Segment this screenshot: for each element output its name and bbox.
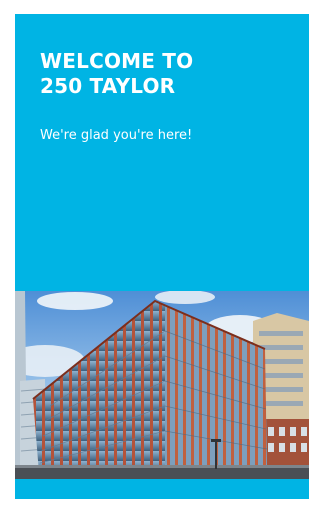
headline-line-2: 250 TAYLOR <box>40 74 176 98</box>
welcome-subtitle: We're glad you're here! <box>40 128 193 143</box>
building-illustration <box>15 291 309 479</box>
headline-line-1: WELCOME TO <box>40 49 194 73</box>
bottom-strip <box>15 479 309 499</box>
welcome-card: WELCOME TO 250 TAYLOR We're glad you're … <box>15 14 309 499</box>
building-photo <box>15 291 309 479</box>
welcome-headline: WELCOME TO 250 TAYLOR <box>40 49 290 99</box>
